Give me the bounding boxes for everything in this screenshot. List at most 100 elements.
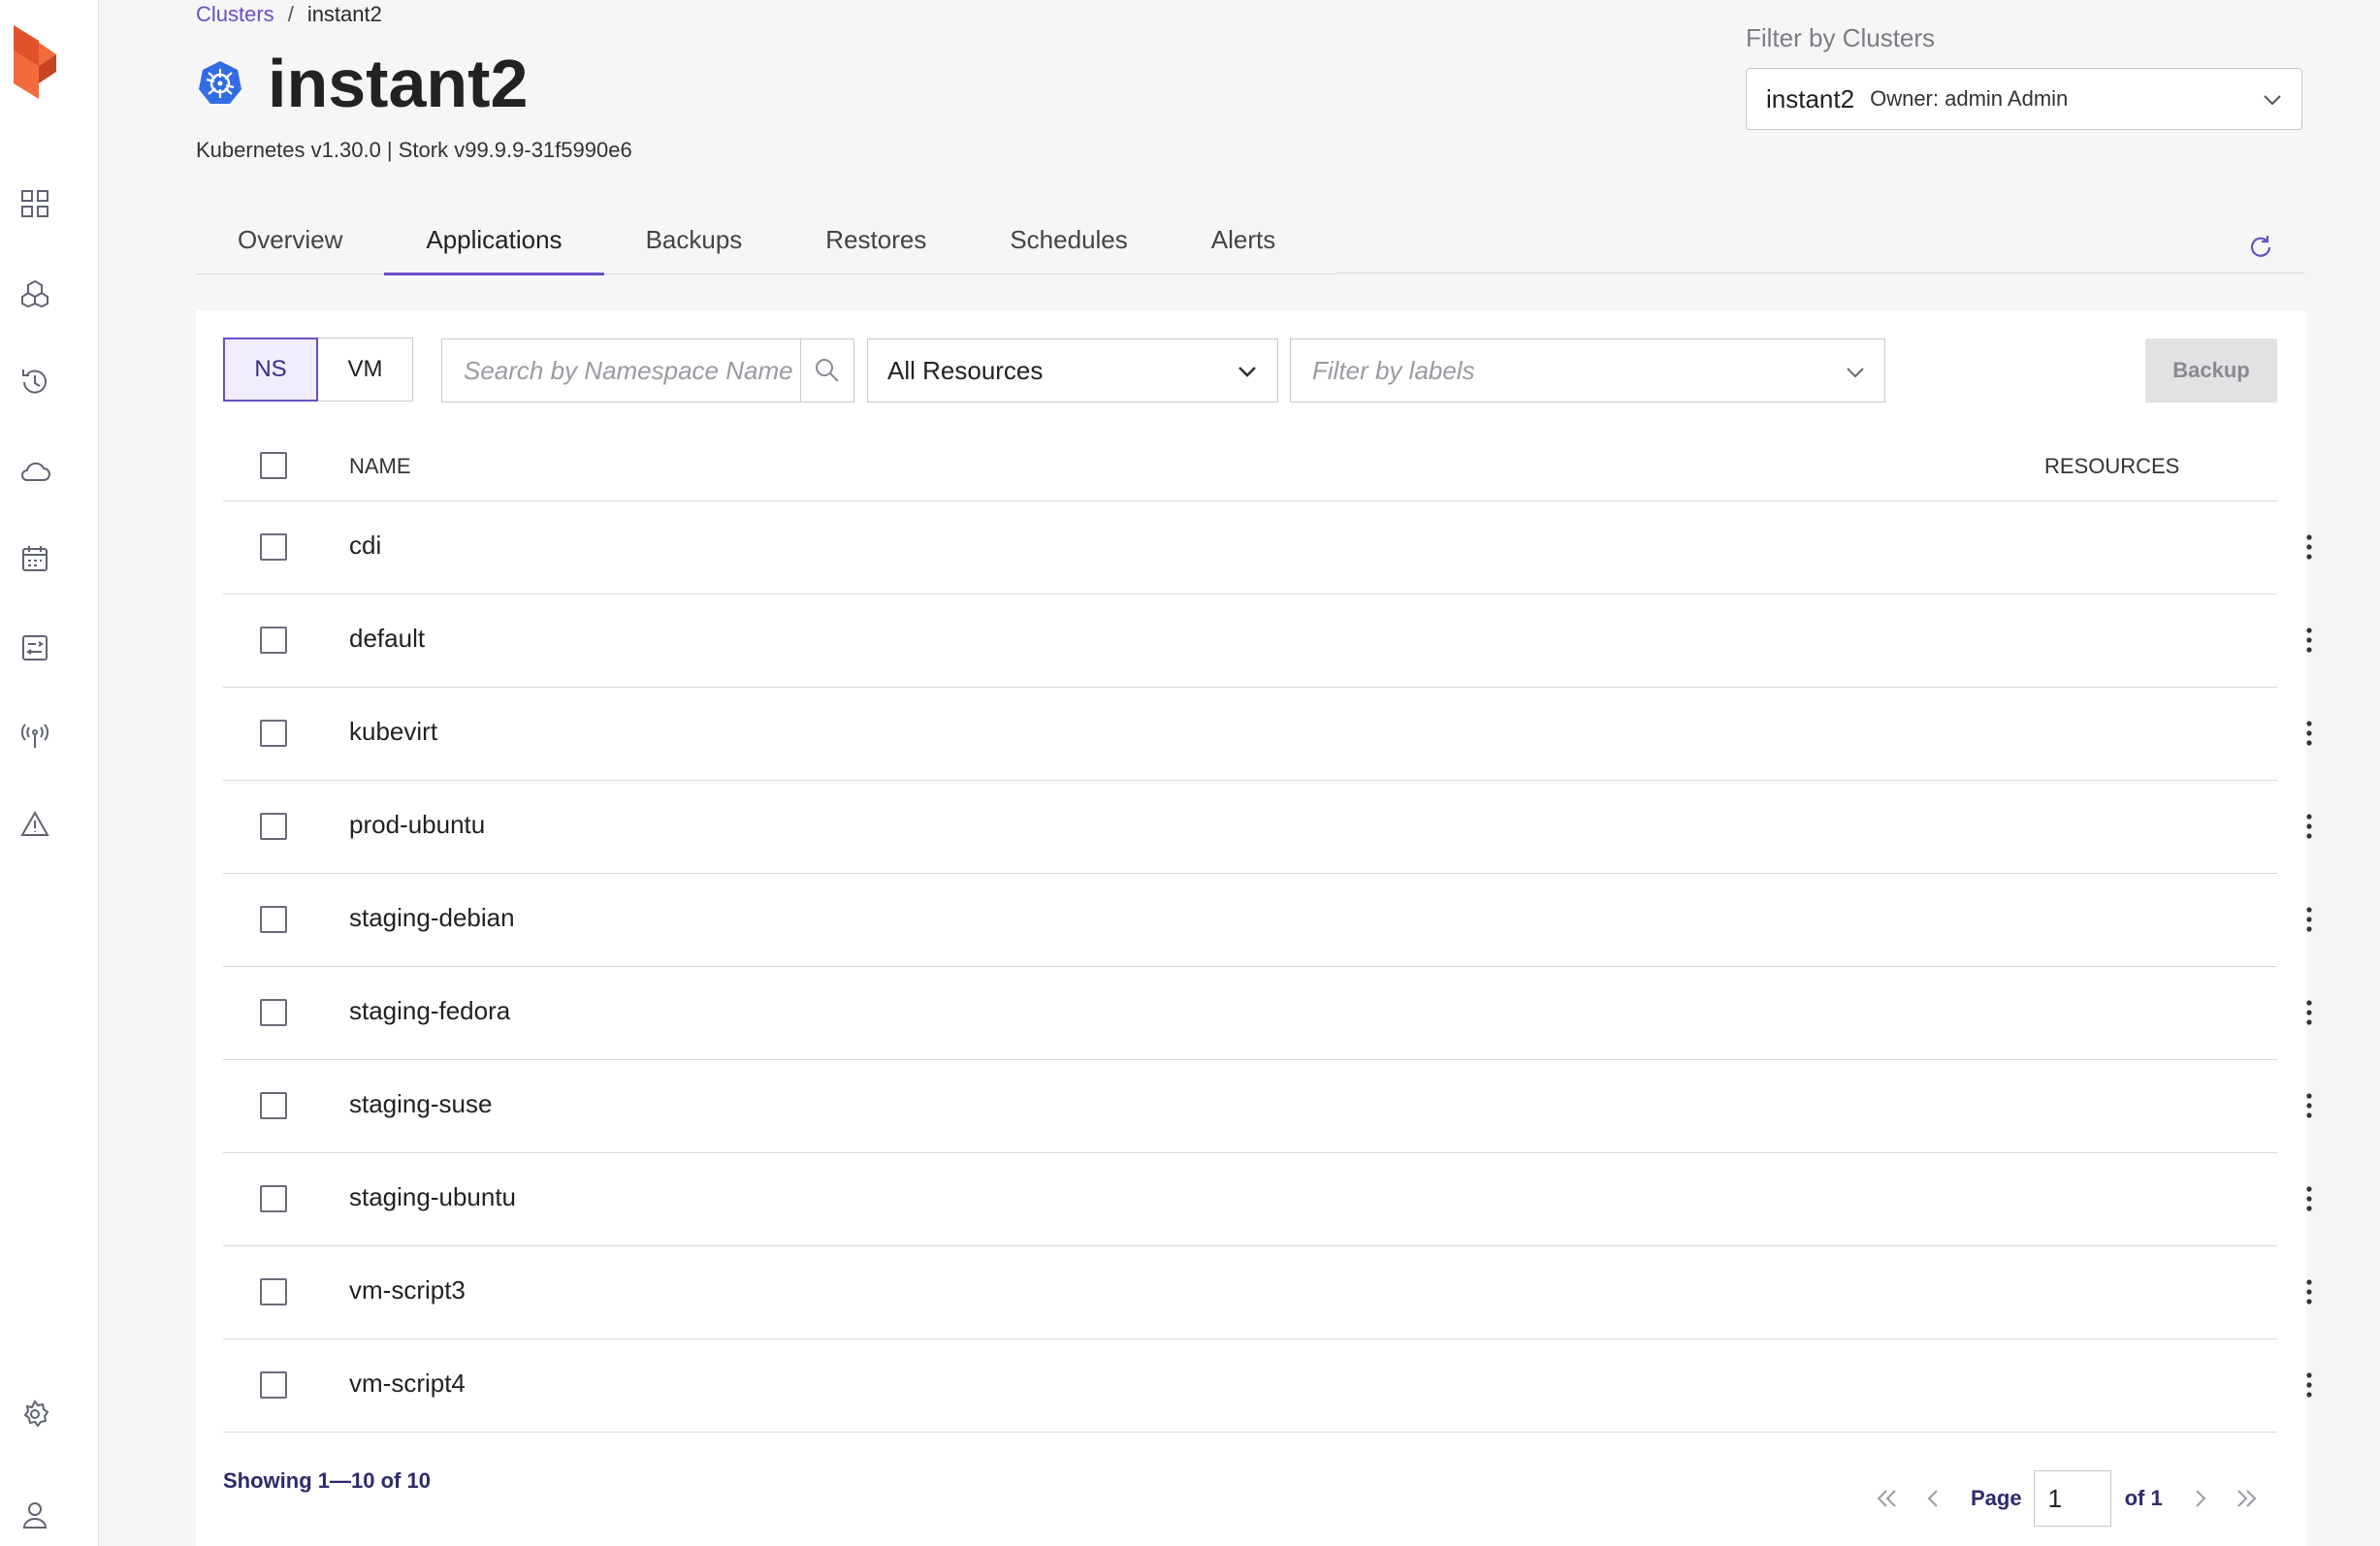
prev-page-button[interactable] [1911,1479,1957,1518]
tab-schedules[interactable]: Schedules [968,213,1169,274]
namespace-name: vm-script4 [349,1369,466,1398]
page-number-input[interactable] [2033,1470,2111,1527]
cloud-icon[interactable] [12,448,58,495]
antenna-icon[interactable] [12,712,58,758]
row-checkbox[interactable] [260,1371,287,1399]
select-all-checkbox[interactable] [260,452,287,479]
breadcrumb-clusters-link[interactable]: Clusters [196,2,274,27]
row-checkbox[interactable] [260,1185,287,1212]
search-icon [816,359,839,382]
cluster-filter-select[interactable]: instant2 Owner: admin Admin [1746,68,2302,130]
namespace-search-input[interactable] [442,339,801,402]
label-filter-select[interactable]: Filter by labels [1290,338,1885,403]
resource-type-select[interactable]: All Resources [867,338,1278,403]
dashboard-icon[interactable] [12,180,58,227]
namespace-name: staging-fedora [349,996,511,1025]
namespace-name: staging-ubuntu [349,1182,517,1211]
kubernetes-icon [199,61,241,104]
pagination: Page of 1 [1864,1470,2269,1527]
applications-icon[interactable] [12,270,58,316]
table-row[interactable]: kubevirt [223,688,2312,781]
backup-button[interactable]: Backup [2145,338,2277,403]
tab-alerts[interactable]: Alerts [1170,213,1317,274]
first-page-button[interactable] [1864,1479,1911,1518]
row-actions-menu[interactable] [2295,622,2324,659]
table-row[interactable]: staging-debian [223,874,2312,967]
row-actions-menu[interactable] [2295,994,2324,1031]
table-row[interactable]: staging-fedora [223,967,2312,1060]
table-row[interactable]: staging-ubuntu [223,1153,2312,1246]
page-label: Page [1971,1486,2022,1510]
next-page-button[interactable] [2176,1479,2223,1518]
row-actions-menu[interactable] [2295,529,2324,565]
calendar-icon[interactable] [12,535,58,582]
table-header: NAME RESOURCES [223,436,2277,501]
rules-icon[interactable] [12,625,58,671]
table-body: cdi default kubevirt prod-ubuntu staging-deb… [223,501,2312,1433]
namespace-name: staging-suse [349,1089,493,1118]
tab-backups[interactable]: Backups [604,213,785,274]
tab-restores[interactable]: Restores [784,213,968,274]
refresh-icon[interactable] [2246,233,2275,262]
namespace-name: cdi [349,531,382,560]
row-actions-menu[interactable] [2295,715,2324,752]
portworx-logo[interactable] [10,21,62,105]
namespace-name: staging-debian [349,903,515,932]
table-row[interactable]: vm-script3 [223,1246,2312,1339]
selected-cluster-owner: Owner: admin Admin [1870,86,2069,111]
tab-applications[interactable]: Applications [384,213,604,275]
search-button[interactable] [800,339,853,402]
title-row: instant2 [196,45,528,122]
row-actions-menu[interactable] [2295,1087,2324,1124]
page-total: of 1 [2124,1486,2163,1510]
tab-overview[interactable]: Overview [196,213,384,274]
ns-toggle-button[interactable]: NS [223,338,318,402]
breadcrumb-current: instant2 [306,2,382,26]
breadcrumb: Clusters / instant2 [196,2,382,27]
resource-type-value: All Resources [887,355,1044,385]
double-chevron-left-icon [1877,1490,1896,1507]
row-actions-menu[interactable] [2295,901,2324,938]
row-checkbox[interactable] [260,533,287,561]
row-checkbox[interactable] [260,627,287,654]
row-checkbox[interactable] [260,813,287,840]
table-row[interactable]: cdi [223,501,2312,595]
label-filter-placeholder: Filter by labels [1312,355,1475,385]
row-checkbox[interactable] [260,999,287,1026]
kebab-menu-icon [2306,1372,2312,1398]
namespace-name: prod-ubuntu [349,810,486,839]
table-row[interactable]: default [223,595,2312,688]
row-actions-menu[interactable] [2295,808,2324,845]
cluster-version-info: Kubernetes v1.30.0 | Stork v99.9.9-31f59… [196,138,632,162]
kebab-menu-icon [2306,534,2312,560]
cluster-tabs: Overview Applications Backups Restores S… [196,213,1336,275]
row-checkbox[interactable] [260,1092,287,1119]
last-page-button[interactable] [2223,1479,2269,1518]
user-icon[interactable] [12,1492,58,1538]
table-row[interactable]: vm-script4 [223,1339,2312,1433]
column-header-name[interactable]: NAME [349,454,411,479]
row-actions-menu[interactable] [2295,1273,2324,1310]
kebab-menu-icon [2306,907,2312,932]
selected-cluster-name: instant2 [1766,83,1855,113]
table-row[interactable]: prod-ubuntu [223,781,2312,874]
table-row[interactable]: staging-suse [223,1060,2312,1153]
vm-toggle-button[interactable]: VM [318,338,413,402]
chevron-down-icon [2264,95,2281,106]
showing-count: Showing 1—10 of 10 [223,1468,431,1493]
kebab-menu-icon [2306,1186,2312,1211]
namespace-name: kubevirt [349,717,438,746]
tabs-divider [1336,273,2304,274]
kebab-menu-icon [2306,1279,2312,1304]
sidebar [0,0,99,1546]
warning-icon[interactable] [12,801,58,848]
row-checkbox[interactable] [260,906,287,933]
row-checkbox[interactable] [260,720,287,747]
chevron-down-icon [1238,367,1256,377]
history-icon[interactable] [12,359,58,405]
row-actions-menu[interactable] [2295,1367,2324,1403]
page-title: instant2 [268,46,529,121]
settings-icon[interactable] [12,1391,58,1437]
row-actions-menu[interactable] [2295,1180,2324,1217]
row-checkbox[interactable] [260,1278,287,1305]
